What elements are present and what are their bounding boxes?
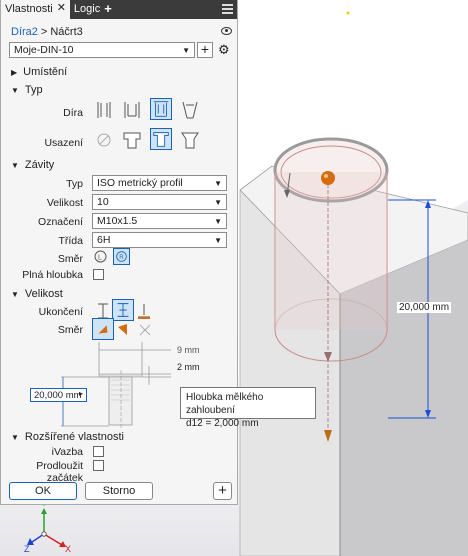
clearance-hole-icon[interactable] xyxy=(121,99,143,121)
thread-designation-value: M10x1.5 xyxy=(97,215,138,227)
x-axis-label: X xyxy=(65,544,71,554)
breadcrumb-current: Náčrt3 xyxy=(50,26,83,38)
breadcrumb-root[interactable]: Díra2 xyxy=(11,26,38,38)
depth-input-value: 20,000 mm xyxy=(34,390,82,401)
section-size-label: Velikost xyxy=(24,288,63,300)
direction-label: Směr xyxy=(57,324,83,336)
chevron-down-icon: ▼ xyxy=(214,198,222,207)
preset-value: Moje-DIN-10 xyxy=(14,44,74,56)
preset-select[interactable]: Moje-DIN-10 ▼ xyxy=(9,42,195,58)
section-type-label: Typ xyxy=(24,84,43,96)
spotface-depth-dimension[interactable]: 2 mm xyxy=(177,362,200,372)
spotface-icon[interactable] xyxy=(150,128,172,150)
section-size[interactable]: ▼ Velikost xyxy=(11,288,63,300)
breadcrumb-separator: > xyxy=(40,26,48,38)
section-type[interactable]: ▼ Typ xyxy=(11,84,43,96)
svg-text:R: R xyxy=(119,254,124,261)
add-tab-icon[interactable]: + xyxy=(104,2,112,15)
flip-direction-icon[interactable] xyxy=(112,319,134,341)
simple-hole-icon[interactable] xyxy=(93,99,115,121)
tooltip-title: Hloubka mělkého zahloubení xyxy=(186,392,264,416)
chevron-right-icon: ▶ xyxy=(11,67,18,77)
thread-class-select[interactable]: 6H ▼ xyxy=(92,232,227,248)
thread-class-label: Třída xyxy=(58,235,83,247)
x-axis xyxy=(43,533,63,546)
apply-new-button[interactable]: + xyxy=(213,482,232,500)
panel-tab-bar: Vlastnosti ✕ Logic + xyxy=(1,0,237,19)
symmetric-direction-icon[interactable] xyxy=(134,319,156,341)
depth-input[interactable]: 20,000 mm ▸ xyxy=(30,388,87,402)
thread-size-label: Velikost xyxy=(46,197,83,209)
z-axis-label: Z xyxy=(24,544,30,554)
thread-type-label: Typ xyxy=(66,178,83,190)
depth-menu-arrow-icon[interactable]: ▸ xyxy=(79,389,83,398)
chevron-down-icon: ▼ xyxy=(182,46,190,55)
thread-size-select[interactable]: 10 ▼ xyxy=(92,194,227,210)
thread-direction-label: Směr xyxy=(57,253,83,265)
depth-dimension-label[interactable]: 20,000 mm xyxy=(397,302,452,313)
ivazba-label: iVazba xyxy=(51,446,83,458)
tooltip-value: d12 = 2,000 mm xyxy=(186,418,259,429)
section-placement-label: Umístění xyxy=(23,66,68,78)
thread-type-select[interactable]: ISO metrický profil ▼ xyxy=(92,175,227,191)
section-advanced[interactable]: ▼ Rozšířené vlastnosti xyxy=(11,431,124,443)
ivazba-checkbox[interactable] xyxy=(93,446,104,457)
chevron-down-icon: ▼ xyxy=(11,432,19,442)
chevron-down-icon: ▼ xyxy=(11,160,19,170)
hole-center-point xyxy=(321,171,335,185)
full-depth-label: Plná hloubka xyxy=(22,269,83,281)
full-depth-checkbox[interactable] xyxy=(93,269,104,280)
tapped-hole-icon[interactable] xyxy=(150,98,172,120)
close-icon[interactable]: ✕ xyxy=(57,3,66,14)
section-threads[interactable]: ▼ Závity xyxy=(11,159,54,171)
tab-logic-label: Logic xyxy=(73,3,101,15)
section-threads-label: Závity xyxy=(24,159,55,171)
chevron-down-icon: ▼ xyxy=(214,179,222,188)
chevron-down-icon: ▼ xyxy=(11,85,19,95)
tab-properties[interactable]: Vlastnosti ✕ xyxy=(1,0,70,19)
extend-start-label: Prodloužit začátek xyxy=(36,460,83,484)
add-preset-button[interactable]: + xyxy=(197,42,213,58)
gear-icon[interactable]: ⚙ xyxy=(218,42,230,58)
tab-logic[interactable]: Logic + xyxy=(70,0,116,19)
thread-type-value: ISO metrický profil xyxy=(97,177,183,189)
counterbore-icon[interactable] xyxy=(121,129,143,151)
countersink-icon[interactable] xyxy=(179,129,201,151)
preset-row: Moje-DIN-10 ▼ + ⚙ xyxy=(9,42,230,58)
no-seat-icon[interactable] xyxy=(93,129,115,151)
hole-type-label: Díra xyxy=(63,107,83,119)
section-advanced-label: Rozšířené vlastnosti xyxy=(24,431,124,443)
tooltip: Hloubka mělkého zahloubení d12 = 2,000 m… xyxy=(180,387,316,429)
section-placement[interactable]: ▶ Umístění xyxy=(11,66,67,78)
left-hand-thread-icon[interactable]: L xyxy=(92,248,109,265)
through-all-termination-icon[interactable] xyxy=(112,299,134,321)
menu-icon[interactable] xyxy=(222,4,233,14)
taper-tapped-hole-icon[interactable] xyxy=(179,99,201,121)
diameter-dimension[interactable]: 9 mm xyxy=(177,345,200,355)
cancel-button[interactable]: Storno xyxy=(85,482,153,500)
ok-button[interactable]: OK xyxy=(9,482,77,500)
termination-label: Ukončení xyxy=(38,306,83,318)
seat-type-label: Usazení xyxy=(44,137,83,149)
thread-class-value: 6H xyxy=(97,234,111,246)
thread-designation-select[interactable]: M10x1.5 ▼ xyxy=(92,213,227,229)
right-hand-thread-icon[interactable]: R xyxy=(113,248,130,265)
thread-designation-label: Označení xyxy=(38,216,83,228)
svg-text:L: L xyxy=(98,255,102,262)
tab-properties-label: Vlastnosti xyxy=(5,3,53,15)
chevron-down-icon: ▼ xyxy=(214,217,222,226)
chevron-down-icon: ▼ xyxy=(214,236,222,245)
extend-start-checkbox[interactable] xyxy=(93,460,104,471)
thread-size-value: 10 xyxy=(97,196,109,208)
breadcrumb: Díra2 > Náčrt3 xyxy=(11,26,83,38)
visibility-eye-icon[interactable] xyxy=(221,27,232,35)
default-direction-icon[interactable] xyxy=(92,318,114,340)
chevron-down-icon: ▼ xyxy=(11,289,19,299)
